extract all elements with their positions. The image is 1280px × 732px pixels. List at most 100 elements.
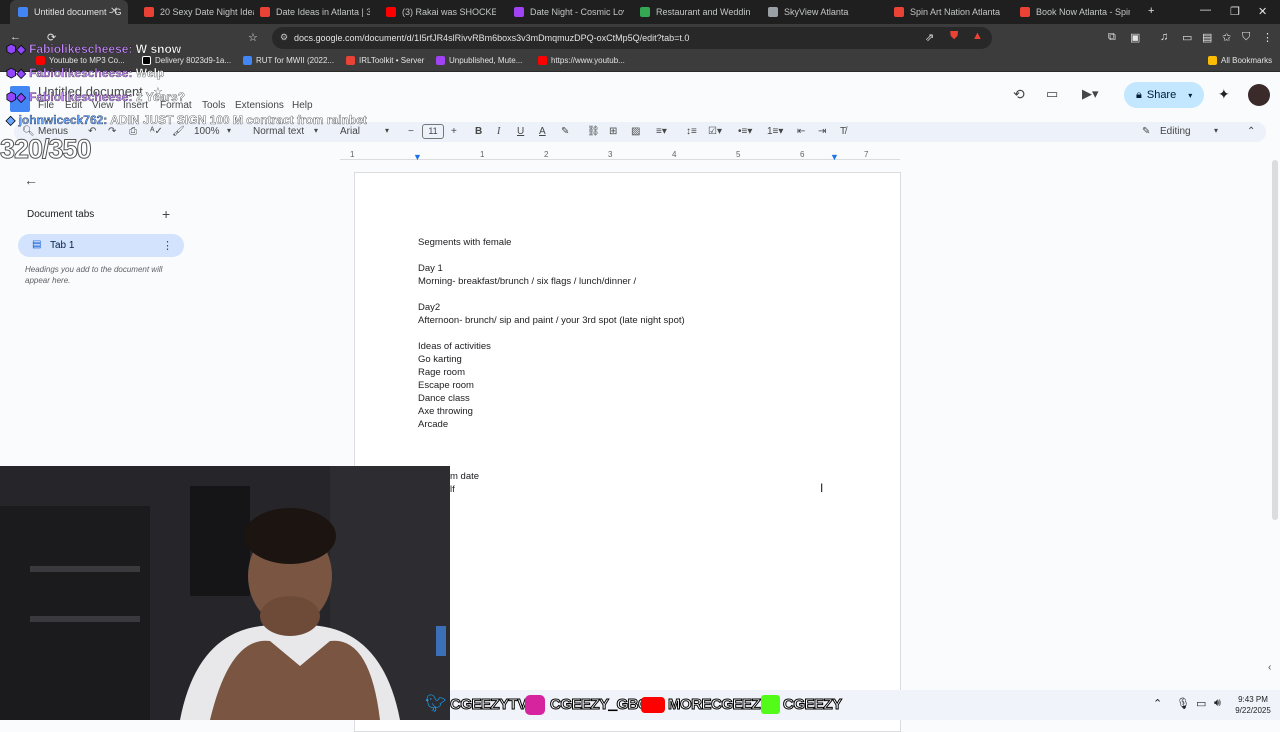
clock[interactable]: 9:43 PM 9/22/2025	[1226, 694, 1280, 716]
increase-font-icon[interactable]: +	[451, 126, 457, 137]
extension-shield-icon[interactable]: ⛊	[950, 30, 958, 43]
meet-icon[interactable]: ▶▾	[1082, 86, 1099, 102]
menu-dots-icon[interactable]: ⋮	[1262, 31, 1273, 44]
tab-options-icon[interactable]: ⋮	[162, 239, 173, 252]
display-icon[interactable]: ▭	[1196, 697, 1206, 710]
minimize-icon[interactable]: —	[1200, 4, 1211, 16]
share-page-icon[interactable]: ⇗	[925, 31, 934, 44]
indent-marker-icon[interactable]: ▼	[413, 152, 422, 162]
url-input[interactable]: ⚙ docs.google.com/document/d/1I5rfJR4slR…	[272, 27, 992, 49]
expand-side-panel-icon[interactable]: ‹	[1268, 662, 1271, 673]
redo-icon[interactable]: ↷	[108, 126, 116, 137]
ruler[interactable]	[340, 148, 900, 160]
share-button[interactable]: 🔒︎ Share ▾	[1124, 82, 1204, 108]
doc-line: Rage room	[418, 367, 465, 378]
underline-icon[interactable]: U	[517, 126, 524, 137]
star-icon[interactable]: ✩	[1222, 31, 1231, 44]
doc-line: Ideas of activities	[418, 341, 491, 352]
extension-puzzle-icon[interactable]: ⧉	[1108, 31, 1116, 44]
menu-extensions[interactable]: Extensions	[235, 100, 284, 111]
bookmark-item[interactable]: RUT for MWII (2022...	[243, 56, 334, 65]
browser-tab[interactable]: SkyView Atlanta	[760, 0, 878, 24]
add-tab-icon[interactable]: +	[162, 206, 170, 222]
avatar[interactable]	[1248, 84, 1270, 106]
clock-date: 9/22/2025	[1235, 706, 1271, 715]
bold-icon[interactable]: B	[475, 126, 482, 137]
youtube-handle: MORECGEEZY	[668, 696, 771, 714]
browser-tab[interactable]: Restaurant and Wedding V	[632, 0, 750, 24]
microphone-icon[interactable]: 🎙︎	[1176, 697, 1190, 710]
twitter-icon: 🐦︎	[425, 694, 447, 713]
bookmark-item[interactable]: Delivery 8023d9-1a...	[142, 56, 231, 65]
browser-tab[interactable]: Date Night - Cosmic Love	[506, 0, 624, 24]
site-info-icon[interactable]: ⚙	[280, 32, 288, 43]
highlight-icon[interactable]: ✎	[561, 126, 569, 137]
close-window-icon[interactable]: ✕	[1258, 5, 1267, 18]
text-color-icon[interactable]: A	[539, 126, 546, 137]
editing-mode-select[interactable]: Editing	[1160, 126, 1191, 137]
ruler-label: 7	[864, 150, 869, 159]
scrollbar[interactable]	[1272, 160, 1278, 520]
font-select[interactable]: Arial	[340, 126, 360, 137]
decrease-indent-icon[interactable]: ⇤	[797, 126, 805, 137]
collapse-toolbar-icon[interactable]: ⌃	[1247, 126, 1255, 137]
new-tab-icon[interactable]: +	[1148, 5, 1154, 17]
menu-tools[interactable]: Tools	[202, 100, 225, 111]
menu-help[interactable]: Help	[292, 100, 313, 111]
wallet-icon[interactable]: ▤	[1202, 31, 1212, 44]
badge-icon: ◆	[6, 113, 16, 127]
document-tabs-title: Document tabs	[27, 209, 95, 220]
comment-add-icon[interactable]: ⊞	[609, 126, 617, 137]
browser-tab[interactable]: Spin Art Nation Atlanta	[886, 0, 1004, 24]
checklist-icon[interactable]: ☑▾	[708, 126, 722, 137]
doc-line: Arcade	[418, 419, 449, 430]
back-arrow-icon[interactable]: ←	[24, 172, 38, 188]
gemini-icon[interactable]: ✦	[1218, 86, 1230, 103]
tray-chevron-icon[interactable]: ⌃	[1153, 697, 1162, 710]
tab-label: Book Now Atlanta - Spin A	[1036, 7, 1130, 17]
doc-line-partial: m date	[450, 471, 480, 482]
line-spacing-icon[interactable]: ↕≡	[686, 126, 697, 137]
browser-tab[interactable]: Book Now Atlanta - Spin A	[1012, 0, 1130, 24]
font-size-input[interactable]: 11	[422, 124, 444, 139]
italic-icon[interactable]: I	[497, 126, 500, 137]
clear-formatting-icon[interactable]: T̸	[840, 126, 846, 137]
all-bookmarks[interactable]: All Bookmarks	[1208, 56, 1272, 65]
bookmark-item[interactable]: Unpublished, Mute...	[436, 56, 522, 65]
media-icon[interactable]: ♫	[1160, 31, 1168, 43]
print-icon[interactable]: ⎙	[129, 126, 137, 137]
browser-tab[interactable]: Date Ideas in Atlanta | 33	[252, 0, 370, 24]
sidebar-icon[interactable]: ▭	[1182, 31, 1192, 44]
bookmark-item[interactable]: Youtube to MP3 Co...	[36, 56, 125, 65]
decrease-font-icon[interactable]: −	[408, 126, 414, 137]
bookmark-star-icon[interactable]: ☆	[248, 31, 258, 44]
paint-format-icon[interactable]: 🖌︎	[172, 126, 185, 137]
volume-icon[interactable]: 🔊︎	[1214, 697, 1221, 710]
numbered-list-icon[interactable]: 1≡▾	[767, 126, 783, 137]
text-cursor-icon: I	[820, 481, 824, 495]
chevron-down-icon: ▾	[227, 126, 232, 135]
style-select[interactable]: Normal text	[253, 126, 304, 137]
close-tab-icon[interactable]: ✕	[110, 6, 118, 17]
maximize-icon[interactable]: ❐	[1230, 5, 1240, 18]
image-icon[interactable]: ▨	[631, 126, 640, 137]
extension-triangle-icon[interactable]: ▲	[972, 30, 983, 42]
version-history-icon[interactable]: ⟲	[1013, 86, 1025, 103]
spellcheck-icon[interactable]: ᴬ✓	[150, 126, 163, 137]
zoom-select[interactable]: 100%	[194, 126, 220, 137]
bookmark-item[interactable]: IRLToolkit • Server	[346, 56, 424, 65]
browser-tab[interactable]: (3) Rakai was SHOCKED St	[378, 0, 496, 24]
right-indent-marker-icon[interactable]: ▼	[830, 152, 839, 162]
bulleted-list-icon[interactable]: •≡▾	[738, 126, 752, 137]
extension-box-icon[interactable]: ▣	[1130, 31, 1140, 44]
tab-1[interactable]: ▤ Tab 1 ⋮	[18, 234, 184, 257]
clock-time: 9:43 PM	[1238, 695, 1268, 704]
bookmark-item[interactable]: https://www.youtub...	[538, 56, 625, 65]
align-icon[interactable]: ≡▾	[656, 126, 667, 137]
shield-icon[interactable]: ⛉	[1242, 31, 1250, 44]
link-icon[interactable]: ⛓︎	[587, 126, 600, 137]
increase-indent-icon[interactable]: ⇥	[818, 126, 826, 137]
chat-message: ◆ johnwiceck762: ADIN JUST SIGN 100 M co…	[6, 113, 367, 127]
comments-icon[interactable]: ▭	[1046, 86, 1058, 102]
browser-tab[interactable]: 20 Sexy Date Night Ideas	[136, 0, 254, 24]
